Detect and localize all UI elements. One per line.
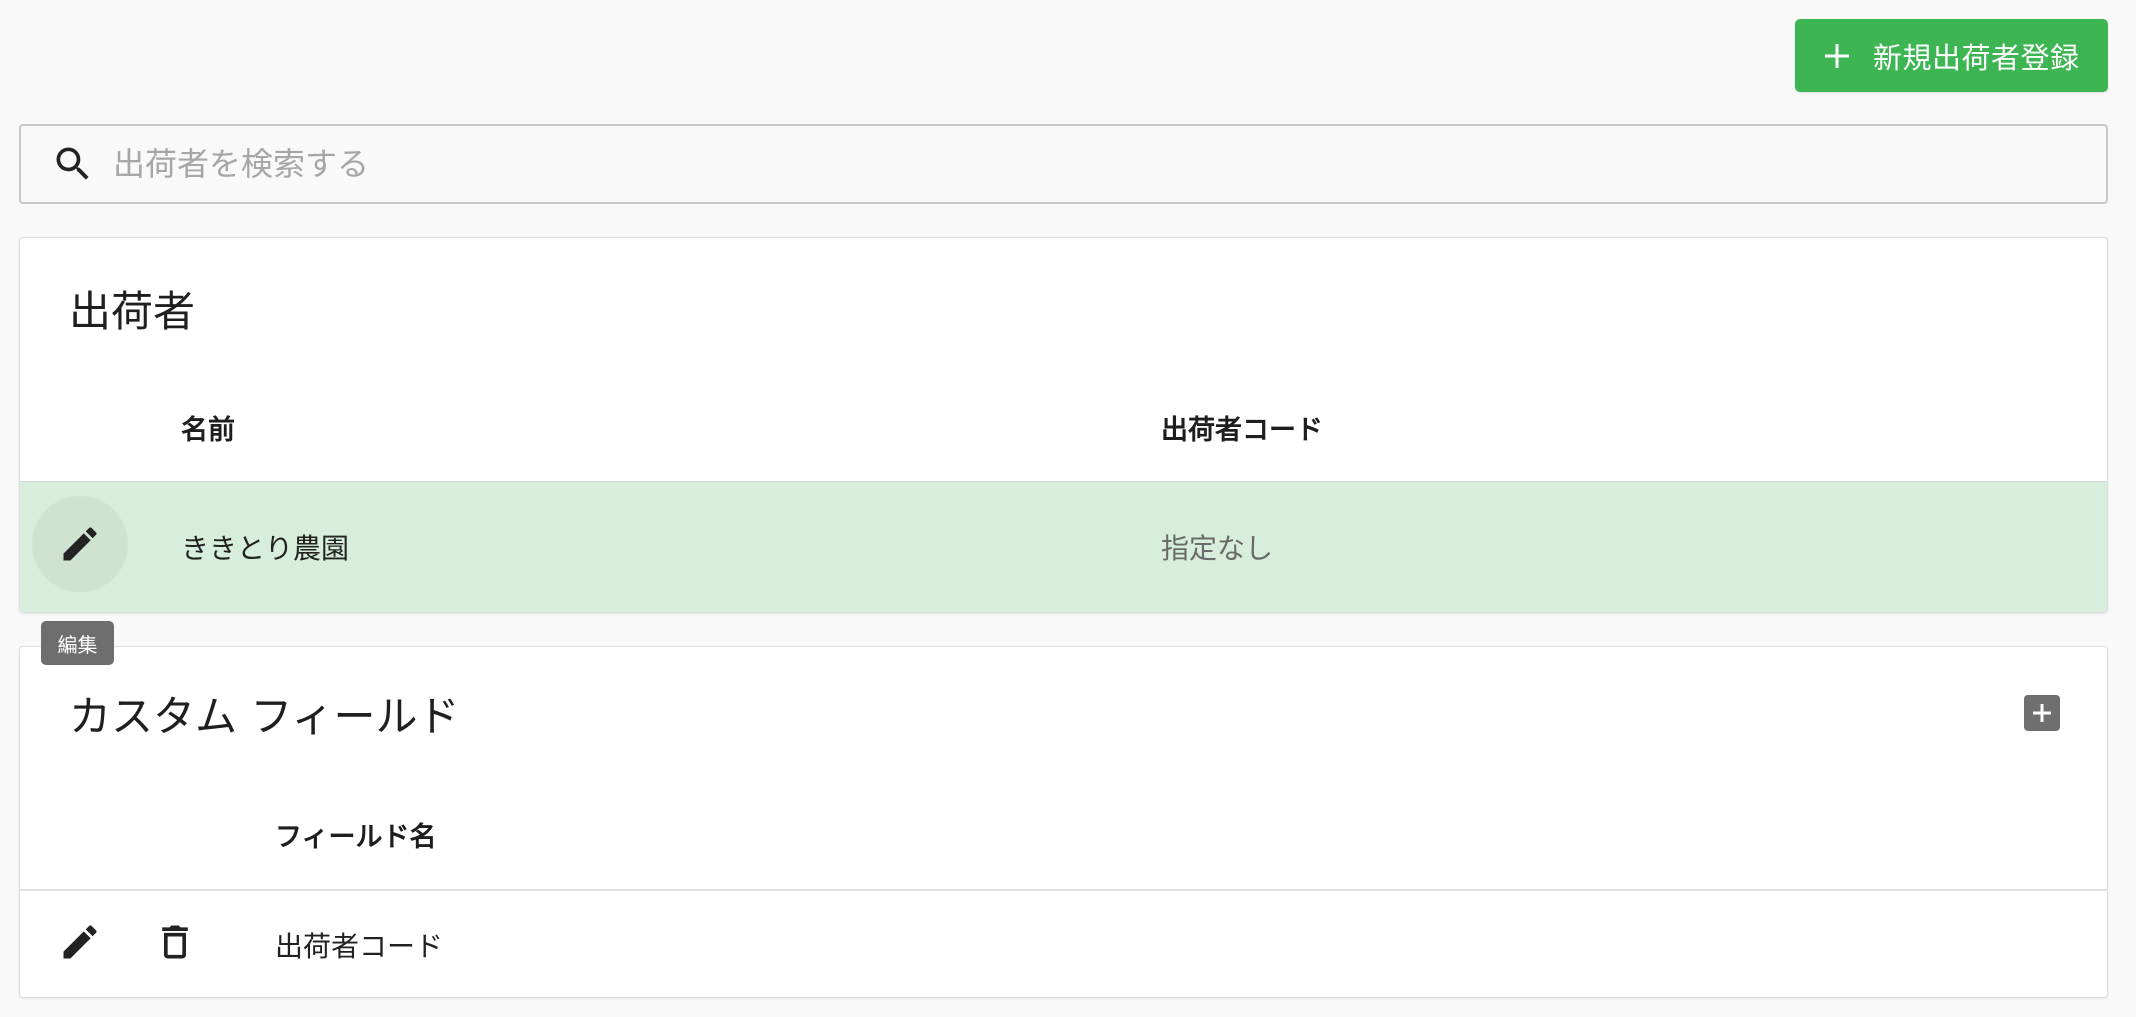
- new-shipper-button[interactable]: 新規出荷者登録: [1795, 19, 2108, 92]
- custom-fields-card: カスタム フィールド フィールド名 出荷者コード: [19, 646, 2108, 998]
- shipper-code-cell: 指定なし: [1161, 532, 1274, 565]
- custom-fields-title: カスタム フィールド: [69, 692, 460, 741]
- trash-icon: [153, 920, 197, 964]
- delete-field-button[interactable]: [153, 920, 197, 964]
- shipper-name-cell: ききとり農園: [181, 532, 350, 565]
- column-header-shipper-code: 出荷者コード: [1161, 415, 1323, 446]
- add-custom-field-button[interactable]: [2024, 695, 2060, 731]
- search-bar: [19, 124, 2108, 204]
- search-icon: [51, 142, 95, 186]
- search-input[interactable]: [111, 144, 2015, 184]
- field-name-cell: 出荷者コード: [275, 930, 444, 963]
- shippers-title: 出荷者: [69, 287, 196, 336]
- pencil-icon: [58, 522, 102, 566]
- pencil-icon: [58, 920, 102, 964]
- plus-icon: [1821, 40, 1853, 72]
- column-header-field-name: フィールド名: [275, 822, 437, 853]
- edit-tooltip: 編集: [41, 621, 114, 665]
- column-header-name: 名前: [181, 415, 235, 446]
- edit-field-button[interactable]: [58, 920, 102, 964]
- new-shipper-button-label: 新規出荷者登録: [1873, 40, 2080, 75]
- header-divider: [20, 889, 2107, 891]
- shippers-card: 出荷者 名前 出荷者コード ききとり農園 指定なし: [19, 237, 2108, 613]
- add-box-icon: [2030, 701, 2054, 725]
- edit-shipper-button[interactable]: [58, 522, 102, 566]
